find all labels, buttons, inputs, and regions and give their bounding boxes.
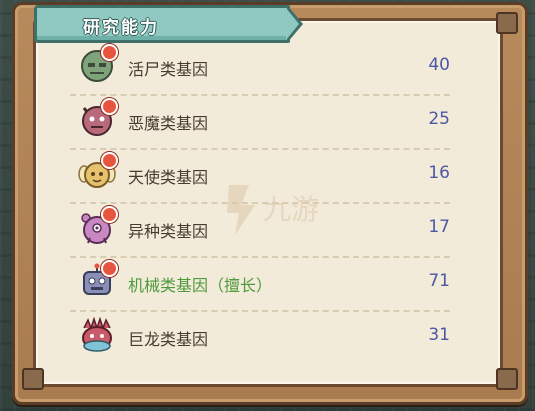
title-ribbon: 研究能力 [34, 5, 303, 43]
gene-label: 异种类基因 [128, 222, 209, 241]
gene-row-zombie[interactable]: 活尸类基因 40 [70, 44, 450, 96]
new-indicator-dot [101, 152, 118, 169]
row-divider [70, 310, 450, 312]
gene-label: 恶魔类基因 [128, 114, 209, 133]
gene-value: 16 [428, 163, 450, 183]
gene-value: 31 [428, 325, 450, 345]
angel-gene-icon [78, 152, 118, 192]
new-indicator-dot [101, 260, 118, 277]
zombie-gene-icon [78, 44, 118, 84]
new-indicator-dot [101, 206, 118, 223]
gene-label: 天使类基因 [128, 168, 209, 187]
gene-value: 40 [428, 55, 450, 75]
mech-gene-icon [78, 260, 118, 300]
dragon-gene-icon [78, 316, 116, 354]
gene-label: 机械类基因（擅长） [128, 276, 273, 295]
row-divider [70, 148, 450, 150]
panel-title: 研究能力 [83, 18, 159, 38]
gene-row-mech[interactable]: 机械类基因（擅长） 71 [70, 260, 450, 312]
gene-row-dragon[interactable]: 巨龙类基因 31 [70, 314, 450, 360]
gene-label: 巨龙类基因 [128, 330, 209, 349]
gene-row-alien[interactable]: 异种类基因 17 [70, 206, 450, 258]
gene-row-demon[interactable]: 恶魔类基因 25 [70, 98, 450, 150]
row-divider [70, 202, 450, 204]
new-indicator-dot [101, 44, 118, 61]
row-divider [70, 256, 450, 258]
alien-gene-icon [78, 206, 118, 246]
gene-row-angel[interactable]: 天使类基因 16 [70, 152, 450, 204]
gene-label: 活尸类基因 [128, 60, 209, 79]
new-indicator-dot [101, 98, 118, 115]
gene-value: 25 [428, 109, 450, 129]
frame-corner-bottom-right [496, 368, 518, 390]
gene-value: 71 [428, 271, 450, 291]
frame-corner-bottom-left [22, 368, 44, 390]
frame-corner-top-right [496, 12, 518, 34]
demon-gene-icon [78, 98, 118, 138]
gene-value: 17 [428, 217, 450, 237]
row-divider [70, 94, 450, 96]
